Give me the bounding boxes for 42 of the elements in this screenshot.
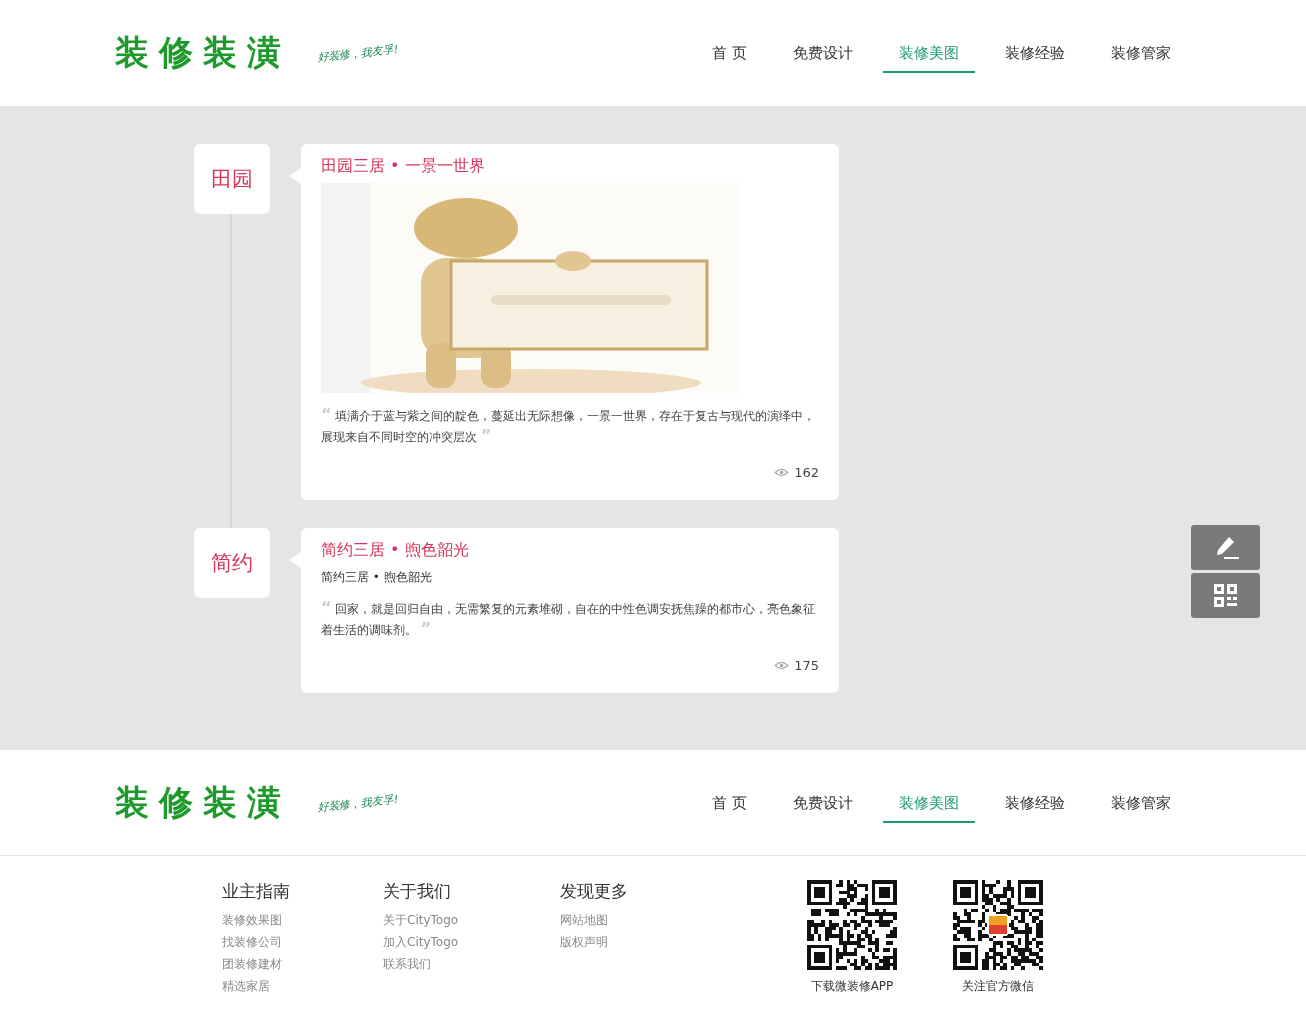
qr-code-button[interactable] bbox=[1191, 573, 1260, 618]
footer-link[interactable]: 版权声明 bbox=[560, 931, 721, 953]
eye-icon bbox=[774, 468, 790, 477]
slogan: 好装修，我友孚! bbox=[316, 791, 399, 815]
timeline-tag: 简约 bbox=[194, 528, 270, 598]
eye-icon bbox=[774, 661, 790, 670]
footer-heading: 业主指南 bbox=[222, 880, 291, 903]
article-title[interactable]: 简约三居 • 煦色韶光 bbox=[321, 540, 819, 561]
logo-text[interactable]: 装修装潢 bbox=[115, 780, 291, 826]
article-description: “ 回家，就是回归自由，无需繁复的元素堆砌，自在的中性色调安抚焦躁的都市心，亮色象征着生活的调味剂。 ” bbox=[321, 598, 817, 640]
nav-link[interactable]: 装修管家 bbox=[1095, 783, 1187, 823]
footer-link[interactable]: 装修效果图 bbox=[222, 909, 383, 931]
footer-link[interactable]: 加入CityTogo bbox=[383, 931, 560, 953]
footer-heading: 发现更多 bbox=[560, 880, 629, 903]
nav-link[interactable]: 首 页 bbox=[696, 33, 763, 73]
edit-button[interactable] bbox=[1191, 525, 1260, 570]
timeline-tag: 田园 bbox=[194, 144, 270, 214]
footer-link[interactable]: 找装修公司 bbox=[222, 931, 383, 953]
slogan: 好装修，我友孚! bbox=[316, 41, 399, 65]
view-count: 162 bbox=[794, 465, 819, 480]
article-subtitle: 简约三居 • 煦色韶光 bbox=[321, 569, 433, 586]
qr-caption: 关注官方微信 bbox=[962, 978, 1034, 995]
view-count: 175 bbox=[794, 658, 819, 673]
footer-link[interactable]: 关于CityTogo bbox=[383, 909, 560, 931]
qr-code-icon bbox=[1211, 581, 1240, 610]
footer-link[interactable]: 精选家居 bbox=[222, 975, 383, 997]
nav-link[interactable]: 装修美图 bbox=[883, 33, 975, 73]
footer-link[interactable]: 团装修建材 bbox=[222, 953, 383, 975]
article-title[interactable]: 田园三居 • 一景一世界 bbox=[321, 156, 819, 177]
footer-heading: 关于我们 bbox=[383, 880, 452, 903]
nav-link[interactable]: 首 页 bbox=[696, 783, 763, 823]
article-description: “ 填满介于蓝与紫之间的靛色，蔓延出无际想像，一景一世界，存在于复古与现代的演绎中，展现来自不同时空的冲突层次 ” bbox=[321, 405, 817, 447]
nav-link[interactable]: 装修经验 bbox=[989, 33, 1081, 73]
nav-link[interactable]: 免费设计 bbox=[777, 33, 869, 73]
nav-link[interactable]: 装修管家 bbox=[1095, 33, 1187, 73]
footer-link[interactable]: 联系我们 bbox=[383, 953, 560, 975]
qr-caption: 下载微装修APP bbox=[810, 978, 894, 995]
nav-link[interactable]: 免费设计 bbox=[777, 783, 869, 823]
nav-link[interactable]: 装修美图 bbox=[883, 783, 975, 823]
logo-text[interactable]: 装修装潢 bbox=[115, 30, 291, 76]
nav-link[interactable]: 装修经验 bbox=[989, 783, 1081, 823]
footer-link[interactable]: 网站地图 bbox=[560, 909, 721, 931]
